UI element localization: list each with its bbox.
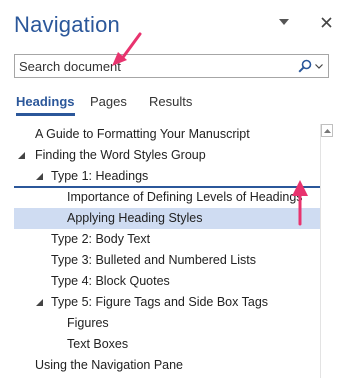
tree-scrollbar[interactable] bbox=[320, 124, 333, 378]
magnifier-icon bbox=[297, 59, 311, 73]
heading-item[interactable]: Finding the Word Styles Group bbox=[14, 145, 320, 166]
heading-label: Finding the Word Styles Group bbox=[35, 148, 206, 162]
heading-label: Type 1: Headings bbox=[51, 169, 149, 183]
heading-label: Type 3: Bulleted and Numbered Lists bbox=[51, 253, 256, 267]
tab-results[interactable]: Results bbox=[149, 94, 192, 116]
search-box bbox=[14, 54, 329, 78]
heading-item[interactable]: Figures bbox=[14, 313, 320, 334]
heading-label: Importance of Defining Levels of Heading… bbox=[67, 190, 303, 204]
collapse-triangle-icon[interactable] bbox=[18, 152, 25, 159]
heading-label: Using the Navigation Pane bbox=[35, 358, 184, 372]
heading-item[interactable]: Using the Navigation Pane bbox=[14, 355, 320, 376]
collapse-triangle-icon[interactable] bbox=[36, 299, 43, 306]
heading-item[interactable]: Importance of Defining Levels of Heading… bbox=[14, 187, 320, 208]
view-tabs: Headings Pages Results bbox=[14, 94, 334, 124]
heading-item[interactable]: Type 1: Headings bbox=[14, 166, 320, 187]
heading-label: Text Boxes bbox=[67, 337, 129, 351]
arrow-up-icon bbox=[323, 128, 331, 133]
tab-headings[interactable]: Headings bbox=[16, 94, 75, 116]
drag-drop-indicator bbox=[14, 186, 320, 188]
navigation-pane: Navigation Headings Pages Results A Guid… bbox=[0, 0, 351, 378]
collapse-triangle-icon[interactable] bbox=[36, 173, 43, 180]
search-button[interactable] bbox=[294, 58, 326, 74]
pane-options-button[interactable] bbox=[276, 14, 292, 30]
close-icon bbox=[320, 16, 332, 28]
heading-label: Applying Heading Styles bbox=[67, 211, 203, 225]
heading-item-selected[interactable]: Applying Heading Styles bbox=[14, 208, 320, 229]
heading-label: Type 5: Figure Tags and Side Box Tags bbox=[51, 295, 269, 309]
tab-pages[interactable]: Pages bbox=[90, 94, 127, 116]
heading-item[interactable]: Type 4: Block Quotes bbox=[14, 271, 320, 292]
heading-label: A Guide to Formatting Your Manuscript bbox=[35, 127, 250, 141]
heading-label: Figures bbox=[67, 316, 109, 330]
heading-item[interactable]: Type 5: Figure Tags and Side Box Tags bbox=[14, 292, 320, 313]
search-input[interactable] bbox=[15, 55, 289, 77]
heading-label: Type 4: Block Quotes bbox=[51, 274, 170, 288]
headings-tree: A Guide to Formatting Your Manuscript Fi… bbox=[14, 124, 320, 378]
dropdown-triangle-icon bbox=[279, 19, 289, 25]
heading-item[interactable]: A Guide to Formatting Your Manuscript bbox=[14, 124, 320, 145]
heading-item[interactable]: Text Boxes bbox=[14, 334, 320, 355]
pane-title: Navigation bbox=[14, 12, 120, 37]
close-pane-button[interactable] bbox=[317, 13, 335, 31]
heading-label: Type 2: Body Text bbox=[51, 232, 151, 246]
heading-item[interactable]: Type 2: Body Text bbox=[14, 229, 320, 250]
chevron-down-icon bbox=[314, 63, 323, 69]
heading-item[interactable]: Type 3: Bulleted and Numbered Lists bbox=[14, 250, 320, 271]
scroll-up-button[interactable] bbox=[321, 124, 333, 137]
